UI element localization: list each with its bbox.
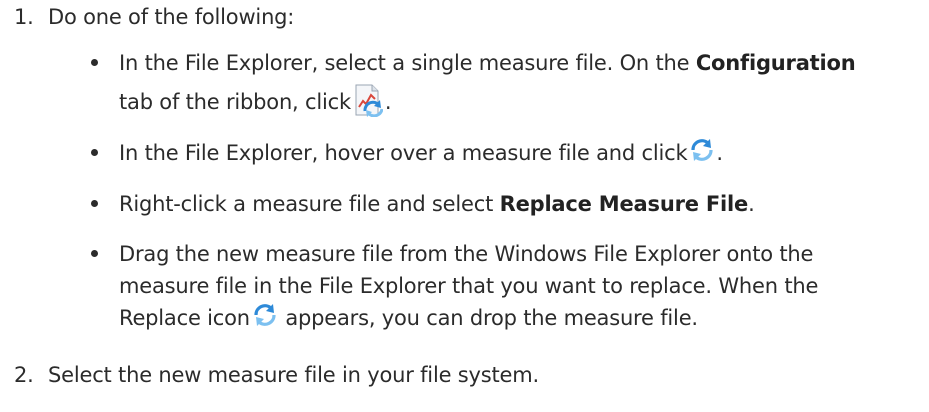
step-1-text: Do one of the following: xyxy=(48,5,295,29)
bullet-4-line-1: Drag the new measure file from the Windo… xyxy=(119,239,813,269)
bullet-4-line-3-end: appears, you can drop the measure file. xyxy=(278,306,698,330)
replace-arrows-icon xyxy=(252,303,278,327)
bullet-2-line-1: In the File Explorer, hover over a measu… xyxy=(119,138,723,168)
bullet-4-line-3: Replace icon appears, you can drop the m… xyxy=(119,303,698,333)
replace-measure-file-menu-label: Replace Measure File xyxy=(499,192,749,216)
bullet-1-line-2-text: tab of the ribbon, click xyxy=(119,90,351,114)
document: 1. Do one of the following: In the File … xyxy=(0,0,929,412)
bullet-3-line-1: Right-click a measure file and select Re… xyxy=(119,189,755,219)
bullet-4-line-2-text: measure file in the File Explorer that y… xyxy=(119,274,819,298)
bullet-2-text-end: . xyxy=(716,141,723,165)
replace-measure-file-icon xyxy=(353,83,384,118)
step-1-number: 1. xyxy=(14,5,34,29)
bullet-2-dot xyxy=(91,149,98,156)
bullet-1-line-1: In the File Explorer, select a single me… xyxy=(119,48,856,78)
bullet-3-text: Right-click a measure file and select xyxy=(119,192,500,216)
bullet-1-line-2: tab of the ribbon, click . xyxy=(119,83,392,118)
bullet-1-dot xyxy=(91,59,98,66)
replace-arrows-icon xyxy=(689,138,715,162)
step-2-number: 2. xyxy=(14,363,34,387)
bullet-4-dot xyxy=(91,250,98,257)
bullet-1-line-2-end: . xyxy=(384,90,392,114)
bullet-2-text: In the File Explorer, hover over a measu… xyxy=(119,141,688,165)
bullet-1-line-1-text: In the File Explorer, select a single me… xyxy=(119,51,696,75)
step-2-text: Select the new measure file in your file… xyxy=(48,363,539,387)
bullet-3-dot xyxy=(91,200,98,207)
bullet-4-line-2: measure file in the File Explorer that y… xyxy=(119,271,818,301)
bullet-4-line-1-text: Drag the new measure file from the Windo… xyxy=(119,242,814,266)
bullet-4-line-3-text: Replace icon xyxy=(119,306,250,330)
bullet-3-text-end: . xyxy=(748,192,755,216)
configuration-tab-label: Configuration xyxy=(695,51,856,75)
